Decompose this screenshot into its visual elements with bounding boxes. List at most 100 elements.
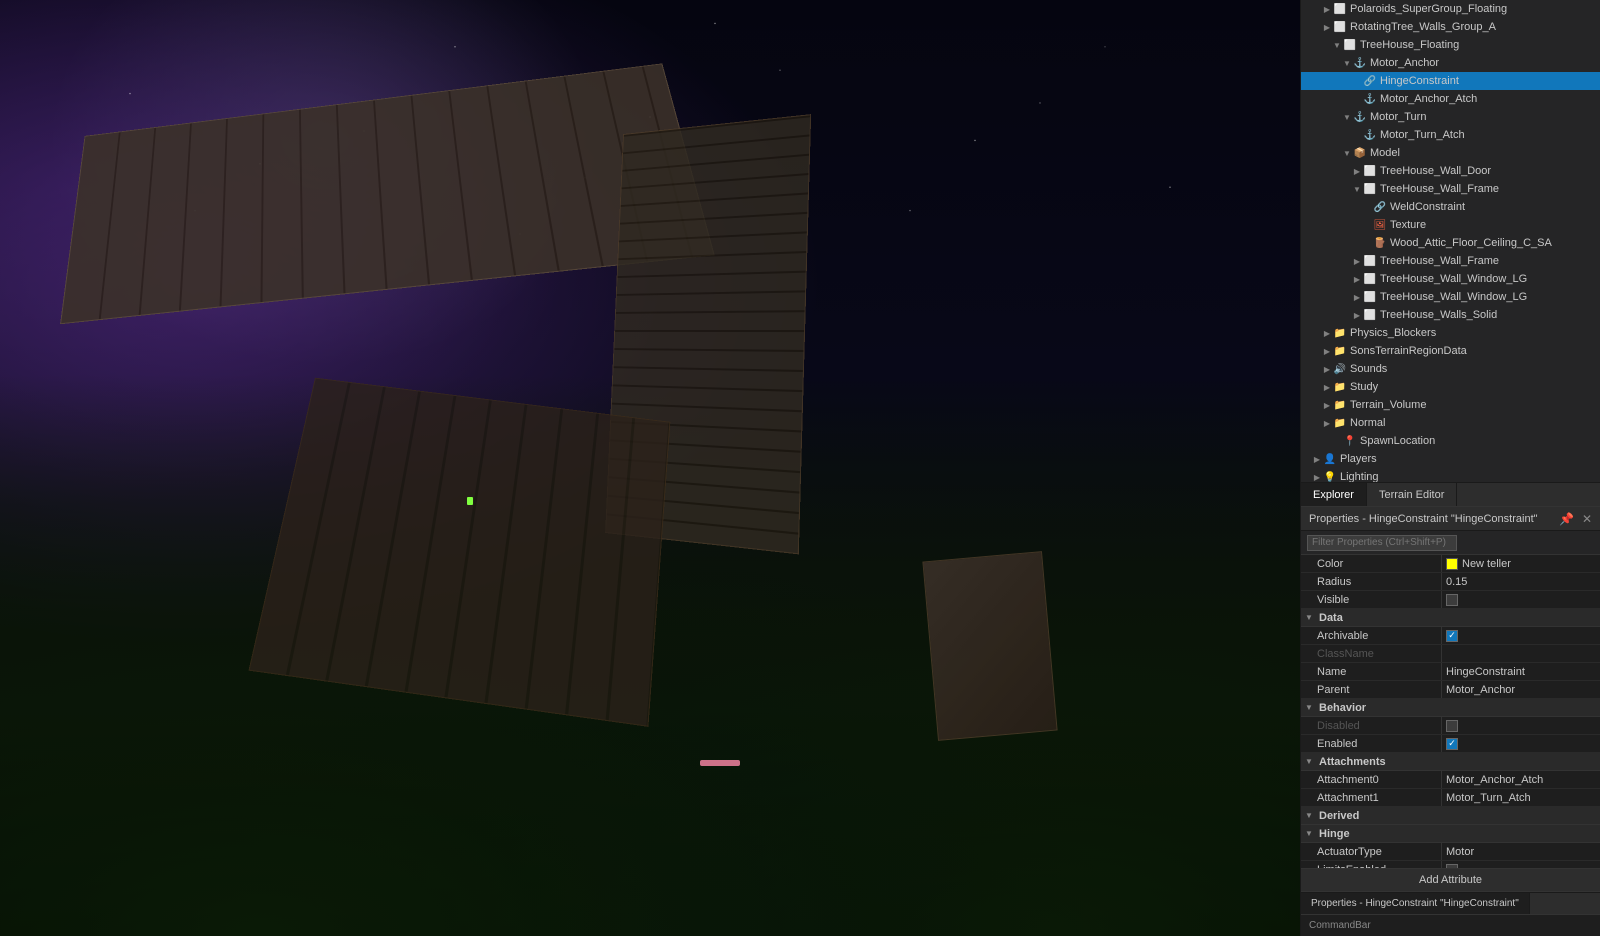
prop-row-radius[interactable]: Radius0.15 (1301, 573, 1600, 591)
tree-arrow-spawn_location[interactable] (1331, 432, 1343, 450)
tree-label-treehouse_walls_solid: TreeHouse_Walls_Solid (1380, 309, 1497, 321)
prop-row-archivable[interactable]: Archivable (1301, 627, 1600, 645)
tree-item-sons_terrain[interactable]: 📁SonsTerrainRegionData (1301, 342, 1600, 360)
tree-icon-normal: 📁 (1333, 416, 1347, 430)
tree-arrow-motor_anchor_atch[interactable] (1351, 90, 1363, 108)
prop-row-parent[interactable]: ParentMotor_Anchor (1301, 681, 1600, 699)
prop-row-actuatortype[interactable]: ActuatorTypeMotor (1301, 843, 1600, 861)
tree-arrow-sons_terrain[interactable] (1321, 342, 1333, 360)
tree-item-spawn_location[interactable]: 📍SpawnLocation (1301, 432, 1600, 450)
tree-item-wood_attic[interactable]: 🪵Wood_Attic_Floor_Ceiling_C_SA (1301, 234, 1600, 252)
prop-value-enabled[interactable] (1442, 738, 1600, 750)
explorer-tree[interactable]: ⬜Polaroids_SuperGroup_Floating⬜RotatingT… (1301, 0, 1600, 482)
properties-close-icon[interactable]: ✕ (1582, 512, 1592, 526)
checkbox-disabled[interactable] (1446, 720, 1458, 732)
tree-arrow-treehouse[interactable] (1331, 36, 1343, 54)
tree-arrow-motor_turn_atch[interactable] (1351, 126, 1363, 144)
prop-value-archivable[interactable] (1442, 630, 1600, 642)
tab-terrain-editor[interactable]: Terrain Editor (1367, 483, 1457, 506)
tree-arrow-treehouse_wall_frame[interactable] (1351, 180, 1363, 198)
prop-row-classname[interactable]: ClassName (1301, 645, 1600, 663)
prop-value-radius[interactable]: 0.15 (1442, 576, 1600, 588)
tree-item-texture[interactable]: 🖼Texture (1301, 216, 1600, 234)
prop-section-attachments[interactable]: ▼Attachments (1301, 753, 1600, 771)
prop-value-parent[interactable]: Motor_Anchor (1442, 684, 1600, 696)
prop-row-color[interactable]: ColorNew teller (1301, 555, 1600, 573)
tree-item-hinge_constraint[interactable]: 🔗HingeConstraint (1301, 72, 1600, 90)
tree-item-polaroids[interactable]: ⬜Polaroids_SuperGroup_Floating (1301, 0, 1600, 18)
prop-value-name[interactable]: HingeConstraint (1442, 666, 1600, 678)
prop-section-data[interactable]: ▼Data (1301, 609, 1600, 627)
tree-arrow-treehouse_wall_frame2[interactable] (1351, 252, 1363, 270)
tree-arrow-treehouse_wall_window_lg[interactable] (1351, 270, 1363, 288)
tree-item-treehouse_wall_window_lg2[interactable]: ⬜TreeHouse_Wall_Window_LG (1301, 288, 1600, 306)
tree-arrow-wood_attic[interactable] (1361, 234, 1373, 252)
tree-item-normal[interactable]: 📁Normal (1301, 414, 1600, 432)
tree-arrow-lighting[interactable] (1311, 468, 1323, 482)
tree-arrow-sounds[interactable] (1321, 360, 1333, 378)
prop-value-actuatortype[interactable]: Motor (1442, 846, 1600, 858)
tree-item-motor_turn[interactable]: ⚓Motor_Turn (1301, 108, 1600, 126)
add-attribute-button[interactable]: Add Attribute (1301, 868, 1600, 892)
tree-arrow-study[interactable] (1321, 378, 1333, 396)
checkbox-enabled[interactable] (1446, 738, 1458, 750)
prop-value-disabled[interactable] (1442, 720, 1600, 732)
tree-item-treehouse_wall_window_lg[interactable]: ⬜TreeHouse_Wall_Window_LG (1301, 270, 1600, 288)
tree-item-model[interactable]: 📦Model (1301, 144, 1600, 162)
prop-section-hinge[interactable]: ▼Hinge (1301, 825, 1600, 843)
tree-arrow-treehouse_wall_window_lg2[interactable] (1351, 288, 1363, 306)
tree-item-lighting[interactable]: 💡Lighting (1301, 468, 1600, 482)
tree-item-rotatingtree[interactable]: ⬜RotatingTree_Walls_Group_A (1301, 18, 1600, 36)
tree-arrow-motor_anchor[interactable] (1341, 54, 1353, 72)
tree-arrow-texture[interactable] (1361, 216, 1373, 234)
prop-value-visible[interactable] (1442, 594, 1600, 606)
tab-explorer[interactable]: Explorer (1301, 483, 1367, 506)
tree-item-terrain_volume[interactable]: 📁Terrain_Volume (1301, 396, 1600, 414)
tree-item-treehouse_wall_frame2[interactable]: ⬜TreeHouse_Wall_Frame (1301, 252, 1600, 270)
prop-row-name[interactable]: NameHingeConstraint (1301, 663, 1600, 681)
tree-item-motor_anchor[interactable]: ⚓Motor_Anchor (1301, 54, 1600, 72)
tree-item-physics_blockers[interactable]: 📁Physics_Blockers (1301, 324, 1600, 342)
checkbox-archivable[interactable] (1446, 630, 1458, 642)
properties-filter-input[interactable] (1307, 535, 1457, 551)
prop-row-enabled[interactable]: Enabled (1301, 735, 1600, 753)
properties-pin-icon[interactable]: 📌 (1559, 512, 1574, 526)
prop-row-disabled[interactable]: Disabled (1301, 717, 1600, 735)
prop-row-attachment1[interactable]: Attachment1Motor_Turn_Atch (1301, 789, 1600, 807)
tree-arrow-players[interactable] (1311, 450, 1323, 468)
checkbox-visible[interactable] (1446, 594, 1458, 606)
tree-arrow-hinge_constraint[interactable] (1351, 72, 1363, 90)
prop-value-attachment1[interactable]: Motor_Turn_Atch (1442, 792, 1600, 804)
properties-tab[interactable]: Properties - HingeConstraint "HingeConst… (1301, 893, 1530, 914)
command-bar[interactable]: CommandBar (1301, 914, 1600, 936)
tree-item-weld_constraint[interactable]: 🔗WeldConstraint (1301, 198, 1600, 216)
3d-viewport[interactable] (0, 0, 1300, 936)
tree-arrow-normal[interactable] (1321, 414, 1333, 432)
tree-item-treehouse_wall_door[interactable]: ⬜TreeHouse_Wall_Door (1301, 162, 1600, 180)
tree-item-motor_turn_atch[interactable]: ⚓Motor_Turn_Atch (1301, 126, 1600, 144)
tree-item-motor_anchor_atch[interactable]: ⚓Motor_Anchor_Atch (1301, 90, 1600, 108)
prop-value-attachment0[interactable]: Motor_Anchor_Atch (1442, 774, 1600, 786)
tree-arrow-treehouse_wall_door[interactable] (1351, 162, 1363, 180)
tree-arrow-polaroids[interactable] (1321, 0, 1333, 18)
prop-row-limitsenabled[interactable]: LimitsEnabled (1301, 861, 1600, 868)
tree-item-players[interactable]: 👤Players (1301, 450, 1600, 468)
prop-value-color[interactable]: New teller (1442, 558, 1600, 570)
tree-arrow-terrain_volume[interactable] (1321, 396, 1333, 414)
tree-item-sounds[interactable]: 🔊Sounds (1301, 360, 1600, 378)
prop-row-visible[interactable]: Visible (1301, 591, 1600, 609)
prop-section-behavior[interactable]: ▼Behavior (1301, 699, 1600, 717)
tree-arrow-model[interactable] (1341, 144, 1353, 162)
tree-arrow-motor_turn[interactable] (1341, 108, 1353, 126)
properties-scroll[interactable]: ColorNew tellerRadius0.15Visible▼DataArc… (1301, 555, 1600, 868)
tree-arrow-treehouse_walls_solid[interactable] (1351, 306, 1363, 324)
tree-arrow-rotatingtree[interactable] (1321, 18, 1333, 36)
prop-section-derived[interactable]: ▼Derived (1301, 807, 1600, 825)
prop-row-attachment0[interactable]: Attachment0Motor_Anchor_Atch (1301, 771, 1600, 789)
tree-item-treehouse_walls_solid[interactable]: ⬜TreeHouse_Walls_Solid (1301, 306, 1600, 324)
tree-item-treehouse_wall_frame[interactable]: ⬜TreeHouse_Wall_Frame (1301, 180, 1600, 198)
tree-arrow-physics_blockers[interactable] (1321, 324, 1333, 342)
tree-arrow-weld_constraint[interactable] (1361, 198, 1373, 216)
tree-item-study[interactable]: 📁Study (1301, 378, 1600, 396)
tree-item-treehouse[interactable]: ⬜TreeHouse_Floating (1301, 36, 1600, 54)
